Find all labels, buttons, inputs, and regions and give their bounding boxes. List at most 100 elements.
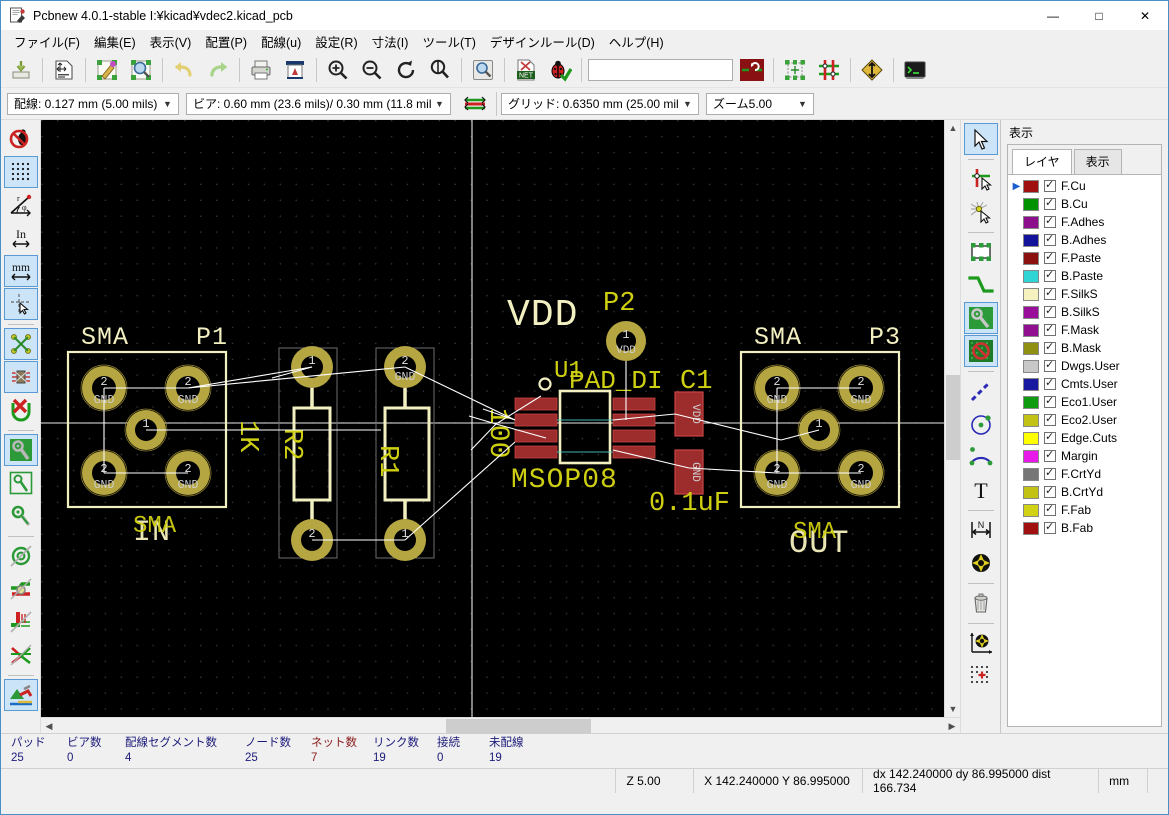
layer-row-margin[interactable]: Margin: [1008, 447, 1161, 465]
high-contrast-button[interactable]: [855, 54, 889, 86]
layer-row-f-fab[interactable]: F.Fab: [1008, 501, 1161, 519]
canvas-vscrollbar[interactable]: ▲ ▼: [944, 120, 960, 717]
hscroll-thumb[interactable]: [446, 719, 591, 733]
add-arc-button[interactable]: [964, 441, 998, 473]
layer-row-b-fab[interactable]: B.Fab: [1008, 519, 1161, 537]
zoom-fit-button[interactable]: [423, 54, 457, 86]
zone-filled-button[interactable]: [3, 434, 38, 466]
layer-row-b-paste[interactable]: B.Paste: [1008, 267, 1161, 285]
add-dimension-button[interactable]: N: [964, 514, 998, 546]
mode-track-button[interactable]: [812, 54, 846, 86]
drc-bug-button[interactable]: [543, 54, 577, 86]
pad-sketch-button[interactable]: [4, 540, 38, 572]
layer-color-swatch[interactable]: [1023, 233, 1039, 247]
add-dashed-line-button[interactable]: [964, 375, 998, 407]
search-input[interactable]: [588, 58, 733, 81]
menu-preferences[interactable]: 設定(R): [308, 30, 364, 53]
layer-visibility-checkbox[interactable]: [1044, 304, 1056, 318]
zoom-out-button[interactable]: [355, 54, 389, 86]
zoom-redraw-button[interactable]: [389, 54, 423, 86]
add-module-button[interactable]: [964, 236, 998, 268]
canvas-hscrollbar[interactable]: ◀ ▶: [41, 717, 960, 733]
tab-layers[interactable]: レイヤ: [1012, 149, 1072, 174]
drc-disabled-button[interactable]: [4, 123, 38, 155]
layer-row-cmts-user[interactable]: Cmts.User: [1008, 375, 1161, 393]
page-settings-button[interactable]: [47, 54, 81, 86]
layer-visibility-checkbox[interactable]: [1044, 322, 1056, 336]
scroll-up-icon[interactable]: ▲: [945, 120, 961, 136]
menu-route[interactable]: 配線(u): [254, 30, 308, 53]
cursor-shape-button[interactable]: [3, 288, 38, 320]
show-ratsnest-button[interactable]: [3, 328, 38, 360]
add-text-button[interactable]: T: [964, 474, 998, 506]
save-board-button[interactable]: [4, 54, 38, 86]
layer-pair-button[interactable]: [735, 54, 769, 86]
target-button[interactable]: [964, 547, 998, 579]
layer-visibility-checkbox[interactable]: [1044, 502, 1056, 516]
layer-row-b-silks[interactable]: B.SilkS: [1008, 303, 1161, 321]
scroll-right-icon[interactable]: ▶: [944, 718, 960, 734]
layer-visibility-checkbox[interactable]: [1044, 178, 1056, 192]
layer-color-swatch[interactable]: [1023, 341, 1039, 355]
track-width-select[interactable]: 配線: 0.127 mm (5.00 mils) * ▼: [7, 92, 179, 115]
layer-color-swatch[interactable]: [1023, 377, 1039, 391]
layer-color-swatch[interactable]: [1023, 503, 1039, 517]
grid-origin-button[interactable]: [964, 660, 998, 692]
add-keepout-button[interactable]: [963, 335, 998, 367]
menu-edit[interactable]: 編集(E): [87, 30, 143, 53]
layer-color-swatch[interactable]: [1023, 413, 1039, 427]
layer-color-swatch[interactable]: [1023, 215, 1039, 229]
layer-row-f-adhes[interactable]: F.Adhes: [1008, 213, 1161, 231]
layer-row-eco1-user[interactable]: Eco1.User: [1008, 393, 1161, 411]
layer-row-b-mask[interactable]: B.Mask: [1008, 339, 1161, 357]
close-button[interactable]: ✕: [1122, 1, 1168, 30]
menu-help[interactable]: ヘルプ(H): [602, 30, 671, 53]
layer-visibility-checkbox[interactable]: [1044, 394, 1056, 408]
find-button[interactable]: [466, 54, 500, 86]
open-module-viewer-button[interactable]: [124, 54, 158, 86]
redo-button[interactable]: [201, 54, 235, 86]
zone-outline-button[interactable]: [4, 467, 38, 499]
zoom-in-button[interactable]: [321, 54, 355, 86]
via-size-select[interactable]: ビア: 0.60 mm (23.6 mils)/ 0.30 mm (11.8 m…: [186, 92, 451, 115]
layer-row-f-cu[interactable]: ▶ F.Cu: [1008, 177, 1161, 195]
layer-color-swatch[interactable]: [1023, 323, 1039, 337]
layer-color-swatch[interactable]: [1023, 287, 1039, 301]
zone-unfilled-button[interactable]: [4, 500, 38, 532]
module-ratsnest-button[interactable]: [3, 361, 38, 393]
units-inches-button[interactable]: In: [4, 222, 38, 254]
layer-visibility-checkbox[interactable]: [1044, 340, 1056, 354]
open-module-editor-button[interactable]: [90, 54, 124, 86]
layer-visibility-checkbox[interactable]: [1044, 412, 1056, 426]
print-button[interactable]: [244, 54, 278, 86]
auto-track-width-button[interactable]: [458, 88, 492, 120]
terminal-button[interactable]: [898, 54, 932, 86]
via-sketch-button[interactable]: [4, 573, 38, 605]
layer-visibility-checkbox[interactable]: [1044, 466, 1056, 480]
layer-color-swatch[interactable]: [1023, 251, 1039, 265]
menu-file[interactable]: ファイル(F): [7, 30, 87, 53]
menu-view[interactable]: 表示(V): [143, 30, 199, 53]
layer-color-swatch[interactable]: [1023, 359, 1039, 373]
layer-row-f-silks[interactable]: F.SilkS: [1008, 285, 1161, 303]
mode-footprint-button[interactable]: [778, 54, 812, 86]
zoom-select[interactable]: ズーム5.00 ▼: [706, 92, 814, 115]
layer-row-f-mask[interactable]: F.Mask: [1008, 321, 1161, 339]
plot-button[interactable]: [278, 54, 312, 86]
add-zone-button[interactable]: [963, 302, 998, 334]
layer-row-eco2-user[interactable]: Eco2.User: [1008, 411, 1161, 429]
grid-select[interactable]: グリッド: 0.6350 mm (25.00 mils) ▼: [501, 92, 699, 115]
menu-dimensions[interactable]: 寸法(I): [365, 30, 416, 53]
layer-color-swatch[interactable]: [1023, 395, 1039, 409]
set-origin-button[interactable]: [964, 627, 998, 659]
show-grid-button[interactable]: [3, 156, 38, 188]
polar-coords-button[interactable]: r φ: [4, 189, 38, 221]
layer-color-swatch[interactable]: [1023, 431, 1039, 445]
layer-color-swatch[interactable]: [1023, 197, 1039, 211]
add-track-button[interactable]: [964, 269, 998, 301]
track-sketch-button[interactable]: [4, 606, 38, 638]
layer-visibility-checkbox[interactable]: [1044, 214, 1056, 228]
text-sketch-button[interactable]: [4, 639, 38, 671]
layer-visibility-checkbox[interactable]: [1044, 286, 1056, 300]
layer-visibility-checkbox[interactable]: [1044, 196, 1056, 210]
